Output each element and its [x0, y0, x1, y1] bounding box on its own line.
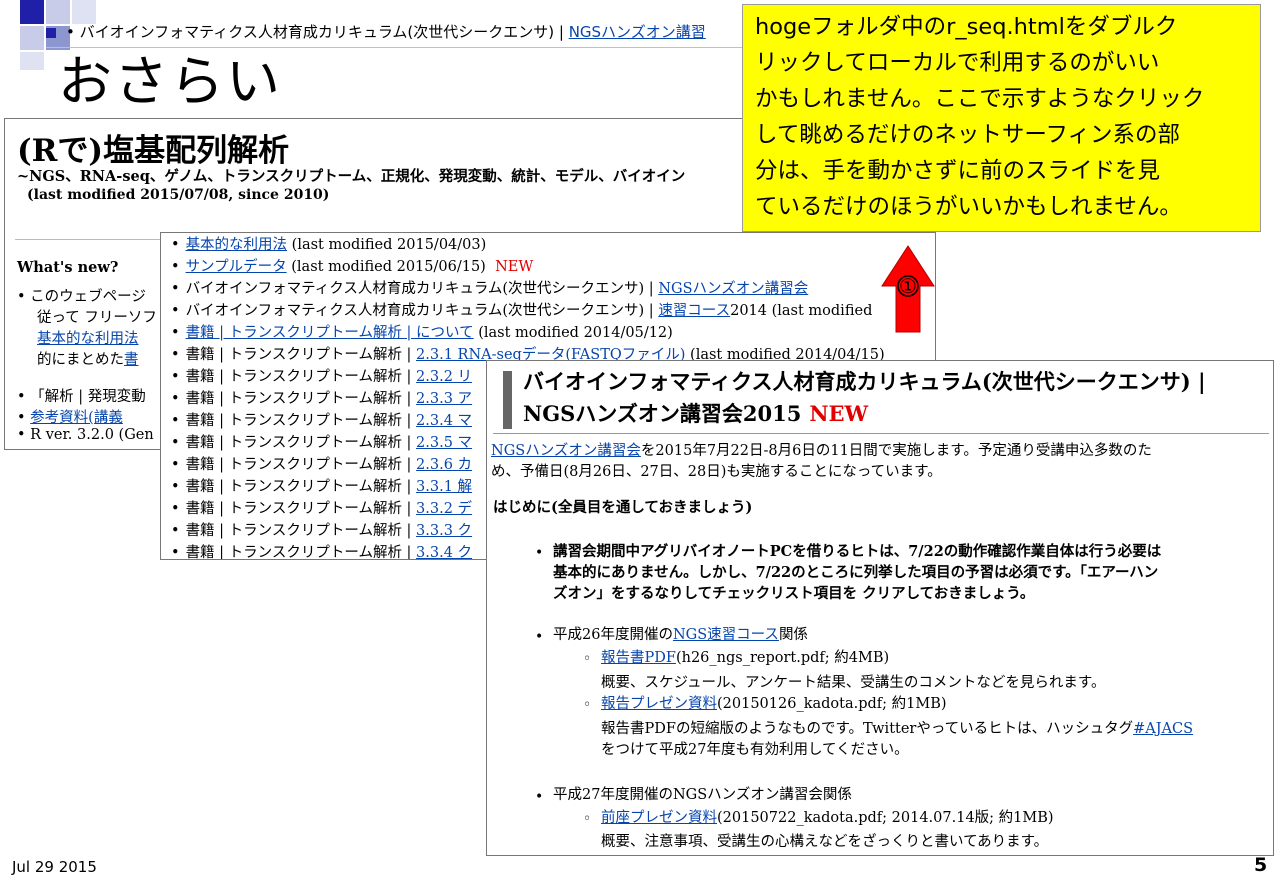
list-item: • 書籍 | トランスクリプトーム解析 | 2.3.5 マ — [171, 435, 473, 451]
link[interactable]: 2.3.5 マ — [416, 435, 472, 451]
slide-date: Jul 29 2015 — [12, 858, 97, 876]
page-heading: バイオインフォマティクス人材育成カリキュラム(次世代シークエンサ) | NGSハ… — [493, 365, 1269, 431]
description: 概要、注意事項、受講生の心構えなどをざっくりと書いてあります。 — [601, 834, 1049, 850]
breadcrumb-link[interactable]: NGSハンズオン講習 — [569, 23, 706, 41]
list-item: • サンプルデータ (last modified 2015/06/15) NEW — [171, 259, 534, 275]
link[interactable]: 基本的な利用法 — [37, 331, 139, 347]
report-presentation-link[interactable]: 報告プレゼン資料 — [601, 696, 717, 712]
list-item: • R ver. 3.2.0 (Gen — [17, 427, 154, 443]
list-item: 前座プレゼン資料(20150722_kadota.pdf; 2014.07.14… — [601, 810, 1054, 826]
list-item: • 「解析 | 発現変動 — [17, 389, 146, 405]
list-item: • 書籍 | トランスクリプトーム解析 | 3.3.3 ク — [171, 523, 473, 539]
description: 概要、スケジュール、アンケート結果、受講生のコメントなどを見られます。 — [601, 675, 1106, 691]
callout-line: hogeフォルダ中のr_seq.htmlをダブルク — [755, 14, 1178, 40]
slide-title: おさらい — [58, 50, 282, 113]
title-divider — [46, 47, 746, 48]
link[interactable]: NGS速習コース — [673, 627, 779, 643]
notice-text: 講習会期間中アグリバイオノートPCを借りるヒトは、7/22の動作確認作業自体は行… — [553, 543, 1162, 560]
heading-bar — [503, 371, 512, 429]
list-item: • 書籍 | トランスクリプトーム解析 | 2.3.6 カ — [171, 457, 473, 473]
bullet-icon: • — [535, 545, 544, 561]
link[interactable]: 3.3.4 ク — [416, 545, 472, 559]
page-number: 5 — [1254, 854, 1268, 876]
link[interactable]: 書籍 | トランスクリプトーム解析 | について — [186, 325, 474, 341]
callout-note: hogeフォルダ中のr_seq.htmlをダブルク リックしてローカルで利用する… — [742, 4, 1261, 232]
notice-text: ズオン」をするなりしてチェックリスト項目を クリアしておきましょう。 — [553, 585, 1035, 602]
callout-line: 分は、手を動かさずに前のスライドを見 — [755, 158, 1161, 184]
circle-bullet-icon: ◦ — [583, 697, 592, 713]
list-item: 報告書PDF(h26_ngs_report.pdf; 約4MB) — [601, 650, 890, 666]
description: をつけて平成27年度も有効利用してください。 — [601, 742, 909, 758]
link[interactable]: 2.3.3 ア — [416, 391, 472, 407]
list-item: • 書籍 | トランスクリプトーム解析 | 3.3.2 デ — [171, 501, 473, 517]
screenshot-ngs-handson-page: バイオインフォマティクス人材育成カリキュラム(次世代シークエンサ) | NGSハ… — [486, 360, 1274, 856]
heading-line-2: NGSハンズオン講習会2015 NEW — [523, 401, 869, 426]
link[interactable]: 2.3.6 カ — [416, 457, 472, 473]
breadcrumb: • バイオインフォマティクス人材育成カリキュラム(次世代シークエンサ) | NG… — [46, 22, 706, 42]
heading-line-1: バイオインフォマティクス人材育成カリキュラム(次世代シークエンサ) | — [523, 369, 1206, 394]
intro-text: NGSハンズオン講習会を2015年7月22日-8月6日の11日間で実施します。予… — [491, 443, 1152, 459]
new-badge: NEW — [495, 259, 534, 275]
hashtag-link[interactable]: #AJACS — [1133, 721, 1193, 737]
list-item: 平成27年度開催のNGSハンズオン講習会関係 — [553, 787, 852, 803]
circle-bullet-icon: ◦ — [583, 651, 592, 667]
list-item: • バイオインフォマティクス人材育成カリキュラム(次世代シークエンサ) | NGS… — [171, 281, 809, 297]
divider — [493, 433, 1269, 434]
callout-line: かもしれません。ここで示すようなクリック — [755, 86, 1205, 112]
link[interactable]: 3.3.3 ク — [416, 523, 472, 539]
callout-line: リックしてローカルで利用するのがいい — [755, 50, 1160, 76]
description: 報告書PDFの短縮版のようなものです。Twitterやっているヒトは、ハッシュタ… — [601, 721, 1194, 737]
link[interactable]: サンプルデータ — [186, 259, 287, 275]
circle-bullet-icon: ◦ — [583, 811, 592, 827]
list-item: 基本的な利用法 — [37, 327, 139, 348]
section-heading: はじめに(全員目を通しておきましょう) — [493, 499, 753, 516]
notice-text: 基本的にありません。しかし、7/22のところに列挙した項目の予習は必須です。「エ… — [553, 564, 1159, 581]
list-item: 報告プレゼン資料(20150126_kadota.pdf; 約1MB) — [601, 696, 947, 712]
red-arrow-icon: ① — [880, 244, 936, 338]
list-item: • 基本的な利用法 (last modified 2015/04/03) — [171, 237, 487, 253]
list-item: 的にまとめた書 — [37, 352, 139, 368]
bullet-icon — [46, 27, 56, 38]
ngs-handson-link[interactable]: NGSハンズオン講習会 — [658, 281, 808, 297]
step-marker: ① — [899, 274, 917, 298]
link[interactable]: 2.3.4 マ — [416, 413, 472, 429]
list-item: 従って フリーソフ — [37, 310, 157, 326]
bullet-icon: • — [535, 629, 544, 645]
link[interactable]: 速習コース — [658, 303, 730, 319]
list-item: • 書籍 | トランスクリプトーム解析 | について (last modified… — [171, 325, 673, 341]
intro-text: め、予備日(8月26日、27日、28日)も実施することになっています。 — [491, 464, 942, 480]
report-pdf-link[interactable]: 報告書PDF — [601, 650, 676, 666]
link[interactable]: 2.3.2 リ — [416, 369, 472, 385]
list-item: • 参考資料(講義 — [17, 410, 123, 426]
callout-line: して眺めるだけのネットサーフィン系の部 — [755, 122, 1181, 148]
list-item: • 書籍 | トランスクリプトーム解析 | 3.3.1 解 — [171, 479, 473, 495]
link[interactable]: 3.3.2 デ — [416, 501, 472, 517]
list-item: • 書籍 | トランスクリプトーム解析 | 2.3.4 マ — [171, 413, 473, 429]
link[interactable]: 3.3.1 解 — [416, 479, 472, 495]
intro-link[interactable]: NGSハンズオン講習会 — [491, 443, 641, 459]
breadcrumb-text: バイオインフォマティクス人材育成カリキュラム(次世代シークエンサ) | — [79, 23, 569, 41]
list-item: • 書籍 | トランスクリプトーム解析 | 2.3.3 ア — [171, 391, 473, 407]
callout-line: ているだけのほうがいいかもしれません。 — [755, 194, 1182, 220]
zenza-presentation-link[interactable]: 前座プレゼン資料 — [601, 810, 717, 826]
page-title: (Rで)塩基配列解析 — [17, 133, 290, 169]
last-modified: (last modified 2015/07/08, since 2010) — [27, 187, 330, 203]
list-item: • バイオインフォマティクス人材育成カリキュラム(次世代シークエンサ) | 速習コ… — [171, 303, 873, 319]
new-badge: NEW — [809, 401, 869, 426]
link[interactable]: 基本的な利用法 — [186, 237, 288, 253]
list-item: 平成26年度開催のNGS速習コース関係 — [553, 627, 808, 643]
whats-new-heading: What's new? — [17, 259, 119, 276]
list-item: • 書籍 | トランスクリプトーム解析 | 3.3.4 ク — [171, 545, 473, 560]
list-item: • 書籍 | トランスクリプトーム解析 | 2.3.2 リ — [171, 369, 473, 385]
link[interactable]: 参考資料(講義 — [30, 410, 123, 426]
list-item: • このウェブページ — [17, 289, 146, 305]
link[interactable]: 書 — [124, 352, 139, 368]
page-subtitle: ~NGS、RNA-seq、ゲノム、トランスクリプトーム、正規化、発現変動、統計、… — [17, 168, 686, 185]
bullet-icon: • — [535, 789, 544, 805]
